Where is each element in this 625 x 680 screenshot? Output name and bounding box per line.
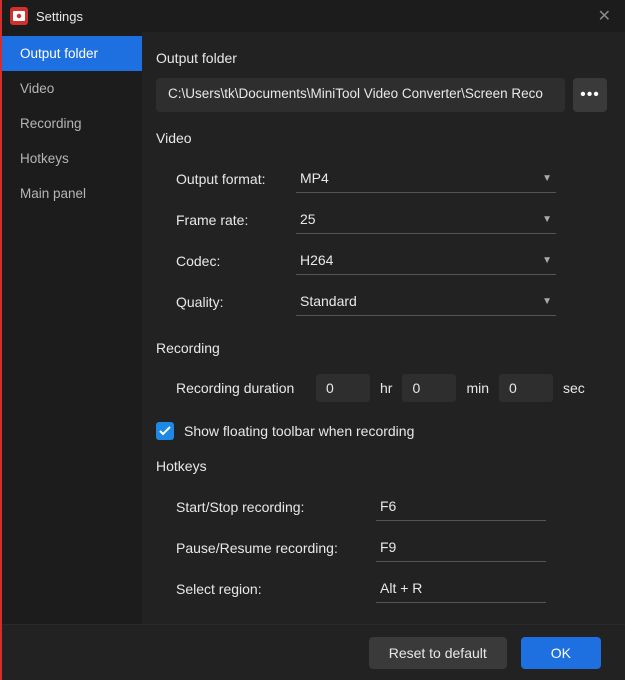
- hotkey-input[interactable]: Alt + R: [376, 574, 546, 603]
- section-title-hotkeys: Hotkeys: [156, 458, 607, 474]
- ok-button[interactable]: OK: [521, 637, 601, 669]
- content: Output folder C:\Users\tk\Documents\Mini…: [142, 32, 625, 624]
- sidebar-item-label: Hotkeys: [20, 151, 69, 166]
- field-label: Codec:: [176, 253, 296, 269]
- sidebar-item-video[interactable]: Video: [2, 71, 142, 106]
- ellipsis-icon: •••: [580, 86, 600, 104]
- chevron-down-icon: ▼: [542, 214, 552, 225]
- sidebar-item-recording[interactable]: Recording: [2, 106, 142, 141]
- field-output-format: Output format: MP4 ▼: [156, 158, 607, 199]
- dropdown-value: 25: [300, 211, 316, 227]
- codec-dropdown[interactable]: H264 ▼: [296, 246, 556, 275]
- sidebar: Output folder Video Recording Hotkeys Ma…: [2, 32, 142, 624]
- sidebar-item-main-panel[interactable]: Main panel: [2, 176, 142, 211]
- duration-label: Recording duration: [176, 380, 306, 396]
- field-quality: Quality: Standard ▼: [156, 281, 607, 322]
- hotkey-input[interactable]: F9: [376, 533, 546, 562]
- check-icon: [159, 426, 171, 436]
- body: Output folder Video Recording Hotkeys Ma…: [2, 32, 625, 624]
- recording-duration-row: Recording duration hr min sec: [156, 368, 607, 408]
- show-toolbar-label: Show floating toolbar when recording: [184, 423, 414, 439]
- hotkey-select-region: Select region: Alt + R: [156, 568, 607, 609]
- sidebar-item-label: Video: [20, 81, 54, 96]
- duration-min-input[interactable]: [402, 374, 456, 402]
- output-path-row: C:\Users\tk\Documents\MiniTool Video Con…: [156, 78, 607, 112]
- hotkey-pause-resume: Pause/Resume recording: F9: [156, 527, 607, 568]
- hotkey-start-stop: Start/Stop recording: F6: [156, 486, 607, 527]
- hotkey-full-screen: Full screen: Alt + F: [156, 609, 607, 624]
- titlebar: Settings ✕: [2, 0, 625, 32]
- quality-dropdown[interactable]: Standard ▼: [296, 287, 556, 316]
- section-title-recording: Recording: [156, 340, 607, 356]
- unit-hr: hr: [380, 380, 392, 396]
- hotkey-input[interactable]: Alt + F: [376, 615, 546, 624]
- sidebar-item-label: Output folder: [20, 46, 98, 61]
- output-format-dropdown[interactable]: MP4 ▼: [296, 164, 556, 193]
- reset-button[interactable]: Reset to default: [369, 637, 507, 669]
- settings-window: Settings ✕ Output folder Video Recording…: [0, 0, 625, 680]
- footer: Reset to default OK: [2, 624, 625, 680]
- field-label: Quality:: [176, 294, 296, 310]
- show-toolbar-row: Show floating toolbar when recording: [156, 422, 607, 440]
- chevron-down-icon: ▼: [542, 173, 552, 184]
- frame-rate-dropdown[interactable]: 25 ▼: [296, 205, 556, 234]
- duration-hr-input[interactable]: [316, 374, 370, 402]
- hotkey-label: Select region:: [176, 581, 376, 597]
- section-title-output-folder: Output folder: [156, 50, 607, 66]
- show-toolbar-checkbox[interactable]: [156, 422, 174, 440]
- dropdown-value: MP4: [300, 170, 329, 186]
- unit-sec: sec: [563, 380, 585, 396]
- sidebar-item-label: Recording: [20, 116, 82, 131]
- section-title-video: Video: [156, 130, 607, 146]
- sidebar-item-hotkeys[interactable]: Hotkeys: [2, 141, 142, 176]
- close-icon[interactable]: ✕: [592, 6, 617, 26]
- field-label: Output format:: [176, 171, 296, 187]
- sidebar-item-output-folder[interactable]: Output folder: [2, 36, 142, 71]
- field-label: Frame rate:: [176, 212, 296, 228]
- output-path-input[interactable]: C:\Users\tk\Documents\MiniTool Video Con…: [156, 78, 565, 112]
- window-title: Settings: [36, 9, 83, 24]
- hotkey-input[interactable]: F6: [376, 492, 546, 521]
- hotkey-label: Pause/Resume recording:: [176, 540, 376, 556]
- sidebar-item-label: Main panel: [20, 186, 86, 201]
- hotkey-label: Full screen:: [176, 622, 376, 625]
- chevron-down-icon: ▼: [542, 296, 552, 307]
- chevron-down-icon: ▼: [542, 255, 552, 266]
- dropdown-value: H264: [300, 252, 333, 268]
- field-frame-rate: Frame rate: 25 ▼: [156, 199, 607, 240]
- duration-sec-input[interactable]: [499, 374, 553, 402]
- app-icon: [10, 7, 28, 25]
- dropdown-value: Standard: [300, 293, 357, 309]
- browse-button[interactable]: •••: [573, 78, 607, 112]
- hotkey-label: Start/Stop recording:: [176, 499, 376, 515]
- unit-min: min: [466, 380, 489, 396]
- field-codec: Codec: H264 ▼: [156, 240, 607, 281]
